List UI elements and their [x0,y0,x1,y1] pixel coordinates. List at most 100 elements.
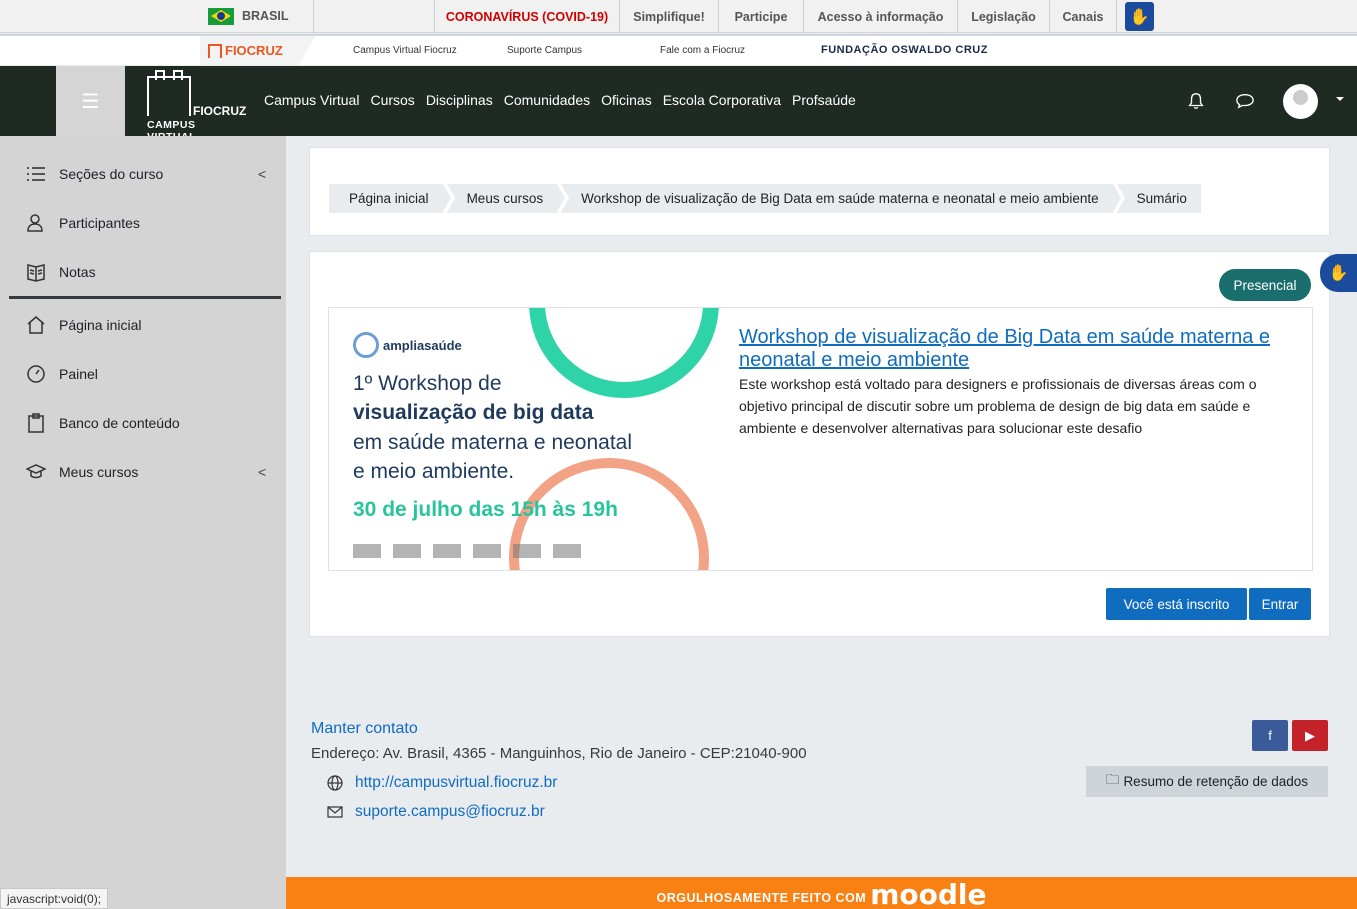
breadcrumb-item-meus-cursos[interactable]: Meus cursos [446,184,565,213]
chevron-left-icon[interactable]: < [258,464,266,480]
enrolled-button[interactable]: Você está inscrito [1106,588,1247,620]
sidebar-divider [9,296,281,299]
folder-icon: 🗀 [1105,772,1120,787]
gov-link-legislacao[interactable]: Legislação [957,0,1049,33]
sign-language-icon[interactable]: ✋ [1320,254,1357,292]
breadcrumb-item-course[interactable]: Workshop de visualização de Big Data em … [561,184,1121,213]
user-avatar[interactable] [1283,84,1318,119]
sidebar-item-label: Notas [59,264,96,280]
chevron-left-icon[interactable]: < [258,166,266,182]
moodle-logo[interactable]: moodle [870,878,986,909]
fio-link-suporte[interactable]: Suporte Campus [507,45,582,56]
address: Endereço: Av. Brasil, 4365 - Manguinhos,… [311,745,807,762]
sidebar-item-painel[interactable]: Painel [0,354,286,394]
sidebar-item-secoes[interactable]: Seções do curso < [0,154,286,194]
banner-logo-text: ampliasaúde [383,337,462,353]
primary-nav: Campus Virtual Cursos Disciplinas Comuni… [264,92,856,108]
sidebar-item-meus-cursos[interactable]: Meus cursos < [0,452,286,492]
fio-link-campus[interactable]: Campus Virtual Fiocruz [353,45,457,56]
country-label[interactable]: BRASIL [242,9,289,23]
brazil-flag-icon [208,8,234,25]
banner-date: 30 de julho das 15h às 19h [353,498,618,521]
course-title-link[interactable]: Workshop de visualização de Big Data em … [739,326,1299,372]
sidebar-item-banco-conteudo[interactable]: Banco de conteúdo [0,403,286,443]
youtube-icon[interactable]: ▶ [1292,720,1328,751]
bell-icon[interactable] [1187,92,1205,110]
gov-link-acesso[interactable]: Acesso à informação [803,0,957,33]
email-link[interactable]: suporte.campus@fiocruz.br [355,803,545,821]
made-with-text: ORGULHOSAMENTE FEITO COM [656,891,867,905]
moodle-footer-bar: ORGULHOSAMENTE FEITO COM moodle [286,877,1357,909]
gov-link-canais[interactable]: Canais [1049,0,1117,33]
campus-virtual-logo[interactable]: FIOCRUZ CAMPUS VIRTUAL [147,70,247,143]
sidebar-item-label: Participantes [59,215,140,231]
users-icon [27,214,43,232]
gov-link-simplifique[interactable]: Simplifique! [619,0,718,33]
sidebar: Seções do curso < Participantes Notas Pá… [0,136,286,909]
banner-line: em saúde materna e neonatal [353,431,633,454]
sidebar-item-label: Meus cursos [59,464,139,480]
footer: Manter contato Endereço: Av. Brasil, 436… [286,680,1357,877]
course-card: Presencial ampliasaúde 1º Workshop de vi… [309,251,1330,637]
enter-button[interactable]: Entrar [1249,588,1311,620]
sign-language-icon[interactable]: ✋ [1125,2,1154,31]
graduation-cap-icon [26,464,46,479]
book-icon [27,264,45,282]
course-banner-image: ampliasaúde 1º Workshop de visualização … [329,308,721,570]
fiocruz-logo-text: FIOCRUZ [225,43,283,58]
envelope-icon [327,806,343,818]
chat-icon[interactable] [1235,92,1255,110]
sidebar-item-label: Banco de conteúdo [59,415,180,431]
sidebar-item-notas[interactable]: Notas [0,252,286,292]
nav-campus-virtual[interactable]: Campus Virtual [264,92,359,108]
sidebar-item-label: Painel [59,366,98,382]
gov-spacer [313,0,434,33]
ampliasaude-logo: ampliasaúde [353,332,462,358]
sidebar-item-pagina-inicial[interactable]: Página inicial [0,305,286,345]
banner-line: 1º Workshop de [353,372,502,395]
clipboard-icon [28,413,44,433]
data-retention-button[interactable]: 🗀 Resumo de retenção de dados [1086,766,1328,797]
status-badge: Presencial [1219,269,1311,301]
sidebar-item-label: Página inicial [59,317,142,333]
fio-link-fale[interactable]: Fale com a Fiocruz [660,45,745,56]
fiocruz-logo[interactable]: FIOCRUZ [200,36,315,65]
banner-line: visualização de big data [353,401,594,424]
brand-line1: FIOCRUZ [193,104,247,118]
breadcrumb-item-home[interactable]: Página inicial [329,184,451,213]
status-bar-url: javascript:void(0); [0,888,109,909]
foundation-name[interactable]: FUNDAÇÃO OSWALDO CRUZ [821,44,988,56]
globe-icon [327,775,343,791]
fiocruz-bar: FIOCRUZ Campus Virtual Fiocruz Suporte C… [0,34,1357,65]
data-retention-label: Resumo de retenção de dados [1123,774,1309,789]
breadcrumb: Página inicial Meus cursos Workshop de v… [329,184,1205,213]
sidebar-item-label: Seções do curso [59,166,164,182]
course-summary: ampliasaúde 1º Workshop de visualização … [328,307,1313,571]
user-menu-caret-icon[interactable] [1336,97,1344,101]
breadcrumb-card: Página inicial Meus cursos Workshop de v… [309,147,1330,236]
list-icon [27,167,45,181]
hamburger-menu-icon[interactable]: ☰ [56,66,125,136]
gov-bar: BRASIL CORONAVÍRUS (COVID-19) Simplifiqu… [0,0,1357,33]
banner-decoration [529,308,719,398]
sidebar-item-participantes[interactable]: Participantes [0,203,286,243]
breadcrumb-item-sumario[interactable]: Sumário [1116,184,1201,213]
sponsor-logos [353,544,673,560]
nav-profsaude[interactable]: Profsaúde [792,92,856,108]
castle-icon [147,70,191,116]
gov-link-covid[interactable]: CORONAVÍRUS (COVID-19) [434,0,619,33]
nav-comunidades[interactable]: Comunidades [504,92,590,108]
nav-cursos[interactable]: Cursos [370,92,414,108]
home-icon [27,316,45,334]
contact-heading: Manter contato [311,720,418,737]
facebook-icon[interactable]: f [1252,720,1288,751]
nav-disciplinas[interactable]: Disciplinas [426,92,493,108]
dashboard-gauge-icon [27,365,45,383]
website-link[interactable]: http://campusvirtual.fiocruz.br [355,774,557,792]
gov-link-participe[interactable]: Participe [718,0,803,33]
nav-escola-corporativa[interactable]: Escola Corporativa [663,92,781,108]
nav-oficinas[interactable]: Oficinas [601,92,652,108]
navbar: ☰ FIOCRUZ CAMPUS VIRTUAL Campus Virtual … [0,66,1357,143]
course-description: Este workshop está voltado para designer… [739,376,1257,436]
banner-line: e meio ambiente. [353,460,515,483]
